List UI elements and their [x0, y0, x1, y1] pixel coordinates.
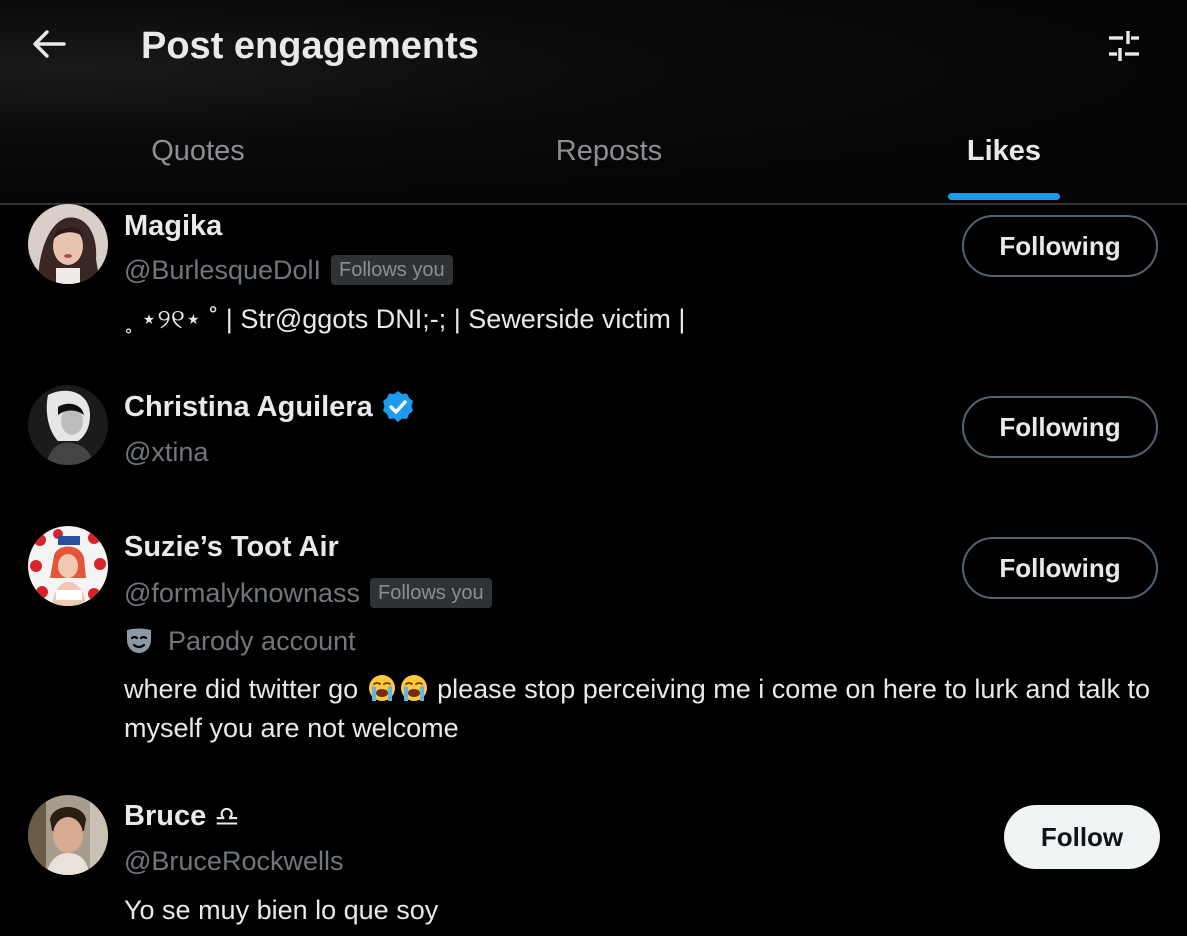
tab-reposts[interactable]: Reposts	[509, 118, 709, 201]
following-button[interactable]: Following	[962, 537, 1158, 599]
parody-label: Parody account	[124, 623, 356, 659]
user-bio: where did twitter go please stop perceiv…	[124, 670, 1154, 748]
user-row-xtina[interactable]: Christina Aguilera @xtina Following	[0, 385, 1187, 485]
display-name[interactable]: Bruce	[124, 800, 206, 833]
user-name[interactable]: Suzie’s Toot Air	[124, 529, 339, 565]
avatar[interactable]	[28, 204, 108, 284]
arrow-left-icon	[33, 30, 66, 58]
follows-you-badge: Follows you	[331, 255, 453, 285]
loudly-crying-face-icon	[400, 675, 427, 701]
libra-symbol: ♎	[214, 799, 240, 833]
following-button[interactable]: Following	[962, 396, 1158, 458]
follows-you-badge: Follows you	[370, 578, 492, 608]
avatar[interactable]	[28, 385, 108, 465]
parody-text: Parody account	[168, 625, 356, 656]
avatar[interactable]	[28, 795, 108, 875]
user-handle[interactable]: @BruceRockwells	[124, 846, 343, 877]
tab-quotes[interactable]: Quotes	[98, 118, 298, 201]
display-name[interactable]: Christina Aguilera	[124, 391, 373, 424]
avatar[interactable]	[28, 526, 108, 606]
tab-likes-label: Likes	[966, 135, 1042, 167]
user-handle[interactable]: @formalyknownass	[124, 578, 360, 609]
handle-line: @xtina	[124, 434, 208, 470]
tab-likes[interactable]: Likes	[904, 118, 1104, 201]
user-row-suzie[interactable]: Suzie’s Toot Air @formalyknownass Follow…	[0, 526, 1187, 756]
sliders-icon	[1109, 31, 1139, 61]
display-name[interactable]: Suzie’s Toot Air	[124, 531, 339, 564]
engagement-tabs: Quotes Reposts Likes	[0, 118, 1187, 203]
follow-button[interactable]: Follow	[1004, 805, 1160, 869]
tab-quotes-label: Quotes	[151, 135, 245, 167]
active-tab-indicator	[948, 193, 1060, 200]
tab-reposts-label: Reposts	[555, 135, 663, 167]
bio-text-start: where did twitter go	[124, 674, 366, 704]
user-name[interactable]: Magika	[124, 208, 222, 244]
theater-mask-icon	[127, 628, 151, 653]
top-app-bar: Post engagements Quotes Reposts Likes	[0, 0, 1187, 205]
following-button[interactable]: Following	[962, 215, 1158, 277]
handle-line: @BurlesqueDolI Follows you	[124, 252, 453, 288]
user-handle[interactable]: @BurlesqueDolI	[124, 255, 321, 286]
page-title: Post engagements	[141, 25, 479, 67]
display-name[interactable]: Magika	[124, 210, 222, 243]
user-handle[interactable]: @xtina	[124, 437, 208, 468]
user-row-magika[interactable]: Magika @BurlesqueDolI Follows you ˳ ⋆୨୧⋆…	[0, 204, 1187, 364]
verified-badge-icon	[382, 391, 413, 422]
handle-line: @formalyknownass Follows you	[124, 575, 492, 611]
user-name[interactable]: Christina Aguilera	[124, 389, 415, 425]
user-name[interactable]: Bruce ♎	[124, 798, 239, 834]
filter-button[interactable]	[1100, 24, 1148, 68]
user-bio: ˳ ⋆୨୧⋆ ˚ | Str@ggots DNI;-; | Sewerside …	[124, 304, 686, 334]
back-button[interactable]	[22, 22, 76, 66]
handle-line: @BruceRockwells	[124, 843, 343, 879]
user-row-bruce[interactable]: Bruce ♎ @BruceRockwells Yo se muy bien l…	[0, 795, 1187, 936]
user-bio: Yo se muy bien lo que soy	[124, 895, 439, 925]
loudly-crying-face-icon	[368, 675, 395, 701]
